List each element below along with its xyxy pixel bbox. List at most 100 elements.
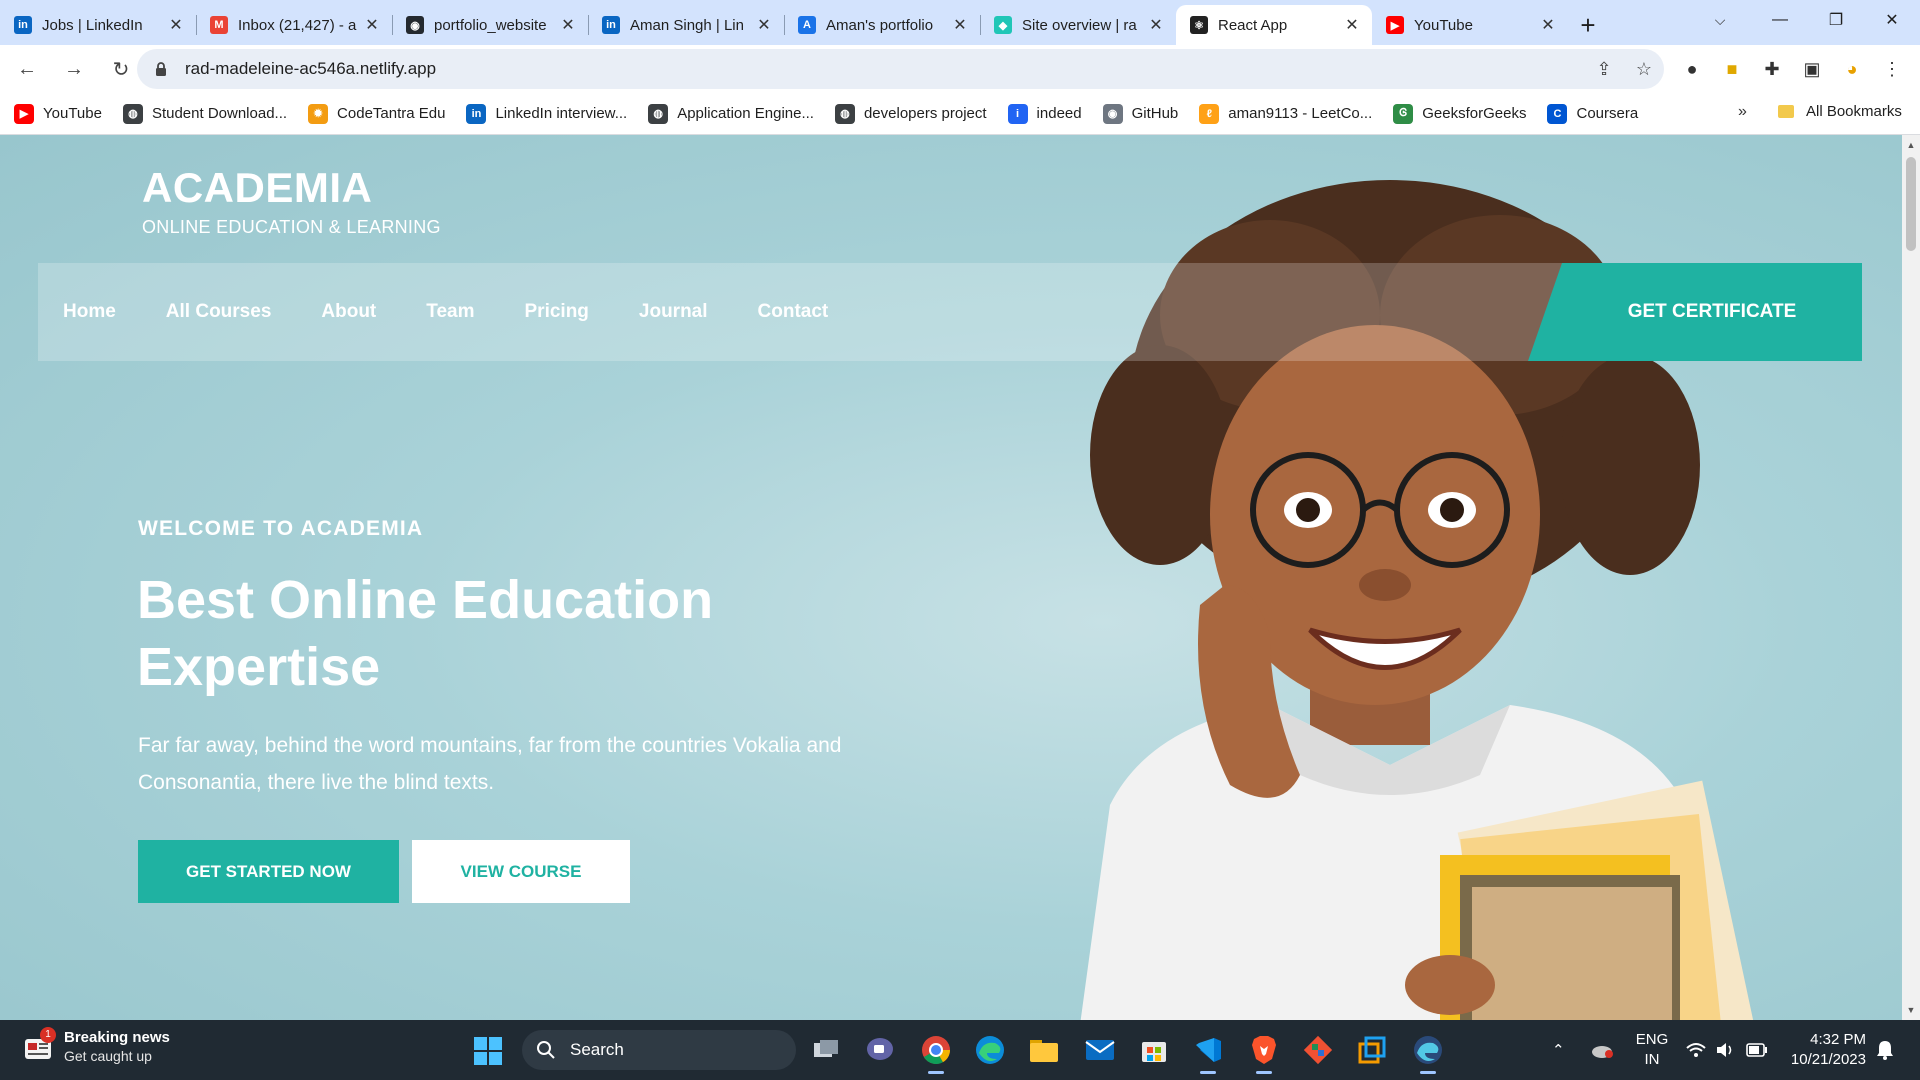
bookmark-item[interactable]: ◍ Student Download...: [122, 103, 287, 124]
page-viewport: ACADEMIA ONLINE EDUCATION & LEARNING Hom…: [0, 135, 1902, 1020]
close-window-button[interactable]: ✕: [1864, 0, 1920, 40]
reload-button[interactable]: ↻: [101, 49, 141, 89]
portfolio-a-icon: A: [798, 16, 816, 34]
task-view-icon[interactable]: [808, 1032, 844, 1068]
news-widget[interactable]: 1 Breaking news Get caught up: [22, 1026, 170, 1064]
wifi-icon[interactable]: [1686, 1020, 1706, 1080]
view-course-button[interactable]: VIEW COURSE: [412, 840, 630, 903]
close-tab-icon[interactable]: ✕: [1538, 15, 1558, 35]
bookmark-item[interactable]: ◉ GitHub: [1102, 103, 1179, 124]
back-button[interactable]: ←: [7, 49, 47, 89]
browser-tab[interactable]: ◉ portfolio_website ✕: [392, 5, 588, 45]
bookmark-item[interactable]: C Coursera: [1547, 103, 1638, 124]
chrome-icon[interactable]: [918, 1032, 954, 1074]
page-scrollbar[interactable]: ▲ ▼: [1902, 135, 1920, 1020]
address-bar[interactable]: rad-madeleine-ac546a.netlify.app ⇪ ☆: [137, 49, 1664, 89]
system-clock[interactable]: 4:32 PM 10/21/2023: [1782, 1030, 1866, 1070]
brand-name: ACADEMIA: [142, 164, 373, 211]
edge-icon[interactable]: [972, 1032, 1008, 1068]
browser-tab[interactable]: A Aman's portfolio ✕: [784, 5, 980, 45]
nav-link[interactable]: Home: [63, 301, 116, 323]
close-tab-icon[interactable]: ✕: [1342, 15, 1362, 35]
bookmark-label: CodeTantra Edu: [337, 105, 446, 122]
volume-icon[interactable]: [1716, 1020, 1736, 1080]
extension-folder-icon[interactable]: ■: [1712, 49, 1752, 89]
close-tab-icon[interactable]: ✕: [558, 15, 578, 35]
mail-icon[interactable]: [1082, 1032, 1118, 1068]
nav-link[interactable]: Journal: [639, 301, 708, 323]
browser-tab[interactable]: ⚛ React App ✕: [1176, 5, 1372, 45]
scroll-up-arrow[interactable]: ▲: [1902, 137, 1920, 153]
clock-date: 10/21/2023: [1790, 1051, 1866, 1068]
menu-kebab-icon[interactable]: ⋮: [1872, 49, 1912, 89]
close-tab-icon[interactable]: ✕: [1146, 15, 1166, 35]
tab-search-button[interactable]: ⌵: [1700, 0, 1740, 40]
nav-link[interactable]: Pricing: [525, 301, 589, 323]
bookmark-label: GitHub: [1131, 105, 1179, 122]
search-icon: [537, 1041, 555, 1059]
close-tab-icon[interactable]: ✕: [362, 15, 382, 35]
scroll-down-arrow[interactable]: ▼: [1902, 1002, 1920, 1018]
bookmark-label: indeed: [1036, 105, 1082, 122]
taskbar-search[interactable]: Search: [522, 1030, 796, 1070]
file-explorer-icon[interactable]: [1026, 1032, 1062, 1068]
browser-tab[interactable]: ◆ Site overview | ra ✕: [980, 5, 1176, 45]
forward-button[interactable]: →: [54, 49, 94, 89]
close-tab-icon[interactable]: ✕: [754, 15, 774, 35]
browser-tab[interactable]: in Jobs | LinkedIn ✕: [0, 5, 196, 45]
get-certificate-button[interactable]: GET CERTIFICATE: [1528, 263, 1862, 361]
input-language[interactable]: ENG IN: [1634, 1030, 1670, 1070]
main-nav: Home All Courses About Team Pricing Journal Co…: [38, 263, 1562, 361]
extensions-area: ● ■ ✚ ▣ ◕ ⋮: [1672, 49, 1912, 89]
close-tab-icon[interactable]: ✕: [950, 15, 970, 35]
notification-bell-icon[interactable]: [1876, 1020, 1894, 1080]
windows-start-icon[interactable]: [472, 1035, 504, 1067]
scrollbar-thumb[interactable]: [1906, 157, 1916, 251]
battery-icon[interactable]: [1746, 1020, 1768, 1080]
bookmark-item[interactable]: ▶ YouTube: [14, 103, 102, 124]
browser-tab[interactable]: ▶ YouTube ✕: [1372, 5, 1568, 45]
bookmark-star-icon[interactable]: ☆: [1624, 59, 1664, 80]
new-tab-button[interactable]: +: [1568, 5, 1608, 45]
nav-link[interactable]: Contact: [758, 301, 829, 323]
indeed-icon: i: [1007, 103, 1028, 124]
url-text[interactable]: rad-madeleine-ac546a.netlify.app: [185, 59, 1584, 79]
all-bookmarks-button[interactable]: All Bookmarks: [1778, 103, 1902, 120]
minimize-button[interactable]: —: [1752, 0, 1808, 40]
vscode-icon[interactable]: [1190, 1032, 1226, 1074]
bookmark-item[interactable]: in LinkedIn interview...: [466, 103, 627, 124]
extensions-puzzle-icon[interactable]: ✚: [1752, 49, 1792, 89]
more-bookmarks-icon[interactable]: »: [1738, 103, 1747, 121]
bookmark-item[interactable]: ✹ CodeTantra Edu: [308, 103, 446, 124]
browser-tab[interactable]: in Aman Singh | Lin ✕: [588, 5, 784, 45]
edge-dev-icon[interactable]: [1410, 1032, 1446, 1074]
folder-icon: [1778, 105, 1794, 118]
browser-tab[interactable]: M Inbox (21,427) - a ✕: [196, 5, 392, 45]
react-icon: ⚛: [1190, 16, 1208, 34]
nav-link[interactable]: All Courses: [166, 301, 272, 323]
restore-button[interactable]: ❐: [1808, 0, 1864, 40]
close-tab-icon[interactable]: ✕: [166, 15, 186, 35]
bookmark-item[interactable]: ℓ aman9113 - LeetCo...: [1199, 103, 1372, 124]
search-label: Search: [570, 1040, 624, 1059]
nav-link[interactable]: About: [321, 301, 376, 323]
bookmark-item[interactable]: i indeed: [1007, 103, 1082, 124]
news-icon: 1: [22, 1026, 56, 1063]
nav-link[interactable]: Team: [426, 301, 474, 323]
bookmark-item[interactable]: Ꮆ GeeksforGeeks: [1393, 103, 1526, 124]
bookmark-item[interactable]: ◍ Application Engine...: [648, 103, 814, 124]
snipping-tool-icon[interactable]: [1354, 1032, 1390, 1068]
git-icon[interactable]: [1300, 1032, 1336, 1068]
teams-chat-icon[interactable]: [862, 1032, 898, 1068]
show-hidden-icons-button[interactable]: ⌃: [1552, 1020, 1565, 1080]
side-panel-icon[interactable]: ▣: [1792, 49, 1832, 89]
microsoft-store-icon[interactable]: [1136, 1032, 1172, 1068]
onedrive-icon[interactable]: [1590, 1020, 1614, 1080]
site-logo[interactable]: ACADEMIA ONLINE EDUCATION & LEARNING: [142, 164, 441, 238]
profile-avatar[interactable]: ◕: [1832, 49, 1872, 89]
extension-icon[interactable]: ●: [1672, 49, 1712, 89]
share-icon[interactable]: ⇪: [1584, 59, 1624, 80]
get-started-button[interactable]: GET STARTED NOW: [138, 840, 399, 903]
bookmark-item[interactable]: ◍ developers project: [834, 103, 987, 124]
brave-icon[interactable]: [1246, 1032, 1282, 1074]
